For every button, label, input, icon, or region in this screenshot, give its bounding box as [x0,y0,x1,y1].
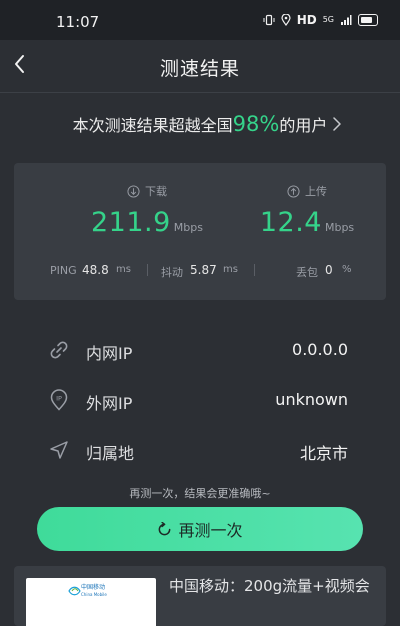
ad-logo-text: 中国移动 China Mobile [81,584,107,597]
ping-label: PING [50,264,77,277]
status-bar: 11:07 HD 5G [0,0,400,40]
status-time: 11:07 [56,13,100,31]
jitter-value: 5.87 [190,263,217,277]
location-icon [281,14,291,26]
location-value: 北京市 [299,444,348,463]
ip-pin-icon: IP [50,389,68,411]
sub-divider [254,264,255,276]
retest-button-label: 再测一次 [178,523,243,540]
info-row-location: 归属地 北京市 [48,436,348,466]
download-arrow-icon [127,184,140,198]
sub-divider [147,264,148,276]
signal-icon [341,15,352,25]
loss-unit: % [342,264,352,275]
ad-text: 中国移动：200g流量+视频会 [169,577,370,595]
ping-value: 48.8 [82,263,109,277]
download-value: 211.9 [91,207,171,238]
link-icon [50,341,68,359]
location-arrow-icon [50,441,68,459]
ad-card[interactable]: 中国移动 China Mobile 中国移动：200g流量+视频会 [14,566,386,626]
location-label: 归属地 [86,444,135,463]
battery-icon [358,14,378,26]
nav-divider [0,92,400,93]
ad-thumbnail[interactable]: 中国移动 China Mobile [26,578,156,626]
external-ip-value: unknown [275,390,348,409]
speed-result-card: 下载 211.9 Mbps 上传 12.4 Mbps PING 48.8 ms 抖动… [14,163,386,300]
info-row-internal-ip: 内网IP 0.0.0.0 [48,336,348,366]
upload-metric: 上传 12.4 Mbps [232,183,382,238]
summary-prefix: 本次测速结果超越全国 [72,116,233,135]
upload-label: 上传 [305,185,327,198]
refresh-icon [159,521,171,535]
summary-percent: 98% [232,112,280,136]
external-ip-label: 外网IP [86,394,133,413]
internal-ip-label: 内网IP [86,344,133,363]
retest-hint: 再测一次，结果会更准确哦~ [129,487,271,500]
upload-unit: Mbps [324,221,355,234]
hd-badge: HD [296,13,317,27]
loss-label: 丢包 [296,266,318,279]
info-row-external-ip: IP 外网IP unknown [48,386,348,416]
upload-arrow-icon [287,184,300,198]
download-metric: 下载 211.9 Mbps [72,183,222,238]
upload-value: 12.4 [259,207,322,238]
download-unit: Mbps [173,221,203,234]
svg-text:IP: IP [56,395,62,403]
vibrate-icon [263,14,275,26]
chevron-right-icon[interactable] [332,116,342,132]
internal-ip-value: 0.0.0.0 [292,340,348,359]
status-icons: HD 5G [263,14,378,26]
page-title: 测速结果 [159,58,240,80]
download-label: 下载 [145,185,167,198]
summary-suffix: 的用户 [279,116,328,135]
loss-value: 0 [325,263,333,277]
signal-label: 5G [322,15,334,24]
retest-button[interactable]: 再测一次 [37,507,363,551]
jitter-label: 抖动 [161,266,183,279]
nav-bar: 测速结果 [0,40,400,92]
ping-unit: ms [116,264,131,275]
jitter-unit: ms [223,264,238,275]
sub-metrics-row: PING 48.8 ms 抖动 5.87 ms 丢包 0 % [14,263,386,279]
